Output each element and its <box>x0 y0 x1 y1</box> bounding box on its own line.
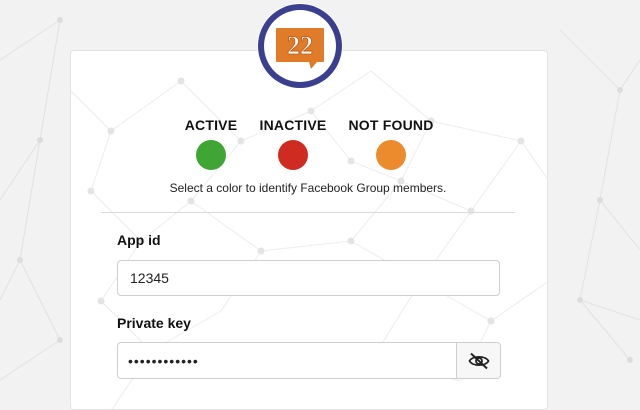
app-id-input[interactable] <box>117 260 500 296</box>
active-color-swatch[interactable] <box>196 140 226 170</box>
status-label-inactive: INACTIVE <box>259 117 327 133</box>
logo-22-icon: 22 <box>258 4 342 88</box>
status-legend: ACTIVE INACTIVE NOT FOUND <box>0 116 640 176</box>
section-divider <box>101 212 515 213</box>
inactive-color-swatch[interactable] <box>278 140 308 170</box>
private-key-label: Private key <box>117 315 191 331</box>
eye-slash-icon <box>467 352 490 369</box>
logo-text: 22 <box>287 31 313 60</box>
app-id-label: App id <box>117 232 161 248</box>
toggle-visibility-button[interactable] <box>456 342 501 379</box>
private-key-field <box>117 342 501 379</box>
app-logo: 22 <box>257 3 343 89</box>
status-inactive: INACTIVE <box>238 116 348 170</box>
private-key-input[interactable] <box>117 342 457 379</box>
status-not-found: NOT FOUND <box>336 116 446 170</box>
color-hint-text: Select a color to identify Facebook Grou… <box>169 181 447 195</box>
not-found-color-swatch[interactable] <box>376 140 406 170</box>
status-label-not-found: NOT FOUND <box>348 117 434 133</box>
